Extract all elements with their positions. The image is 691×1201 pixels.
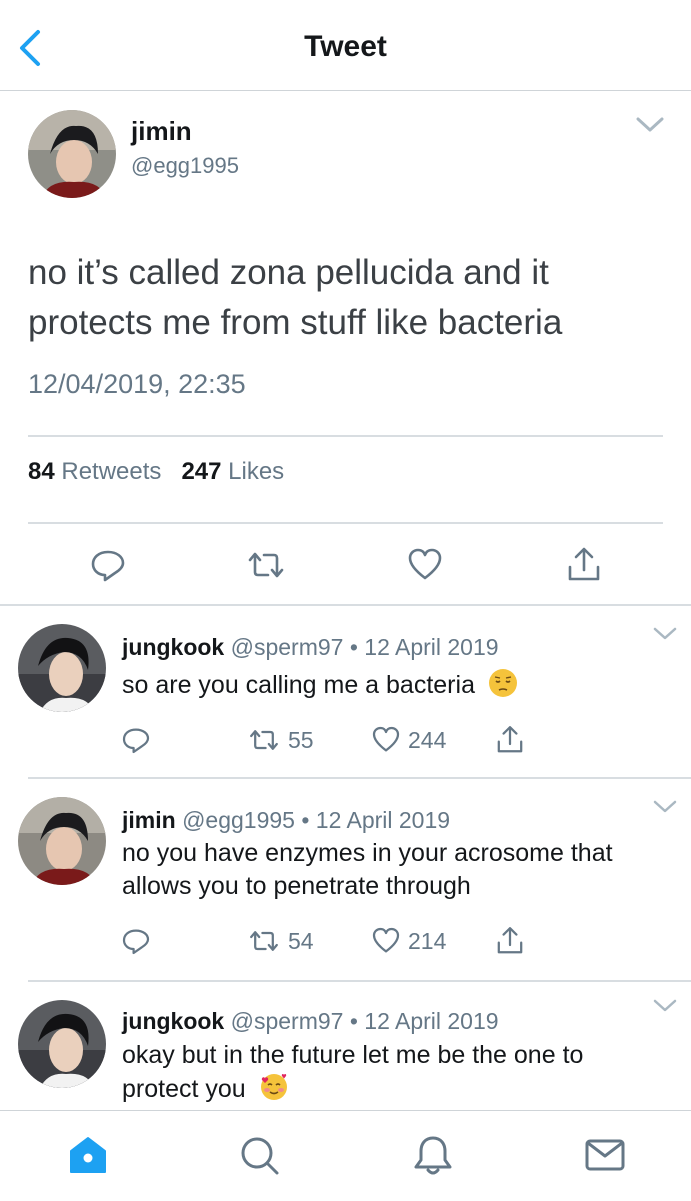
tweet-text: no it’s called zona pellucida and it pro… bbox=[28, 253, 563, 342]
retweets-stat[interactable]: 84 Retweets bbox=[28, 458, 161, 485]
retweets-label: Retweets bbox=[61, 458, 162, 485]
avatar[interactable] bbox=[28, 110, 116, 198]
reply-meta: @egg1995 • 12 April 2019 bbox=[182, 807, 451, 833]
share-icon[interactable] bbox=[564, 545, 604, 585]
like-icon bbox=[372, 927, 400, 953]
share-icon bbox=[497, 927, 523, 954]
tab-bar bbox=[0, 1110, 691, 1201]
reply-text: so are you calling me a bacteria bbox=[122, 668, 662, 702]
reply-tweet[interactable]: jimin @egg1995 • 12 April 2019 no you ha… bbox=[0, 777, 691, 980]
retweet-icon[interactable] bbox=[246, 545, 286, 585]
smiling-face-with-hearts-emoji bbox=[260, 1074, 287, 1100]
pensive-face-emoji bbox=[488, 669, 517, 697]
share-button[interactable] bbox=[494, 724, 532, 756]
reply-author-name[interactable]: jungkook bbox=[122, 634, 224, 660]
messages-icon[interactable] bbox=[583, 1133, 627, 1177]
chevron-down-icon[interactable] bbox=[635, 114, 665, 136]
avatar[interactable] bbox=[18, 797, 106, 885]
reply-button[interactable] bbox=[120, 724, 158, 756]
reply-header: jungkook @sperm97 • 12 April 2019 bbox=[122, 1008, 499, 1035]
reply-text: okay but in the future let me be the one… bbox=[122, 1039, 652, 1106]
home-icon[interactable] bbox=[66, 1133, 110, 1177]
reply-icon bbox=[122, 728, 150, 754]
like-button[interactable]: 214 bbox=[370, 925, 446, 957]
tweet-timestamp: 12/04/2019, 22:35 bbox=[28, 369, 246, 399]
chevron-down-icon[interactable] bbox=[652, 998, 678, 1014]
author-handle[interactable]: @egg1995 bbox=[131, 153, 239, 179]
reply-text-body: okay but in the future let me be the one… bbox=[122, 1041, 584, 1103]
likes-stat[interactable]: 247 Likes bbox=[181, 458, 284, 485]
divider bbox=[28, 522, 663, 524]
top-bar: Tweet bbox=[0, 0, 691, 91]
retweet-button[interactable]: 55 bbox=[246, 724, 314, 756]
reply-tweet[interactable]: jungkook @sperm97 • 12 April 2019 so are… bbox=[0, 604, 691, 777]
reply-icon bbox=[122, 929, 150, 955]
likes-count: 247 bbox=[181, 458, 222, 485]
reply-header: jimin @egg1995 • 12 April 2019 bbox=[122, 807, 450, 834]
reply-meta: @sperm97 • 12 April 2019 bbox=[230, 1008, 499, 1034]
reply-meta: @sperm97 • 12 April 2019 bbox=[230, 634, 499, 660]
retweet-button[interactable]: 54 bbox=[246, 925, 314, 957]
reply-text-body: so are you calling me a bacteria bbox=[122, 671, 475, 699]
like-count: 244 bbox=[408, 726, 447, 753]
reply-author-name[interactable]: jungkook bbox=[122, 1008, 224, 1034]
reply-text: no you have enzymes in your acrosome tha… bbox=[122, 839, 613, 900]
share-icon bbox=[497, 726, 523, 753]
reply-header: jungkook @sperm97 • 12 April 2019 bbox=[122, 634, 499, 661]
avatar[interactable] bbox=[18, 624, 106, 712]
reply-button[interactable] bbox=[120, 925, 158, 957]
like-button[interactable]: 244 bbox=[370, 724, 446, 756]
reply-icon[interactable] bbox=[88, 545, 128, 585]
retweets-count: 84 bbox=[28, 458, 55, 485]
retweet-count: 54 bbox=[288, 927, 314, 954]
divider bbox=[28, 435, 663, 437]
notifications-icon[interactable] bbox=[411, 1133, 455, 1177]
tweet-stats: 84 Retweets 247 Likes bbox=[28, 458, 284, 486]
retweet-count: 55 bbox=[288, 726, 314, 753]
avatar[interactable] bbox=[18, 1000, 106, 1088]
search-icon[interactable] bbox=[237, 1133, 281, 1177]
author-name[interactable]: jimin bbox=[131, 116, 192, 147]
reply-author-name[interactable]: jimin bbox=[122, 807, 176, 833]
chevron-down-icon[interactable] bbox=[652, 626, 678, 642]
like-count: 214 bbox=[408, 927, 447, 954]
page-title: Tweet bbox=[304, 30, 387, 63]
reply-tweet[interactable]: jungkook @sperm97 • 12 April 2019 okay b… bbox=[0, 980, 691, 1110]
retweet-icon bbox=[250, 730, 278, 750]
share-button[interactable] bbox=[494, 925, 532, 957]
like-icon[interactable] bbox=[405, 545, 445, 585]
like-icon bbox=[372, 726, 400, 752]
retweet-icon bbox=[250, 931, 278, 951]
likes-label: Likes bbox=[228, 458, 285, 485]
chevron-down-icon[interactable] bbox=[652, 799, 678, 815]
